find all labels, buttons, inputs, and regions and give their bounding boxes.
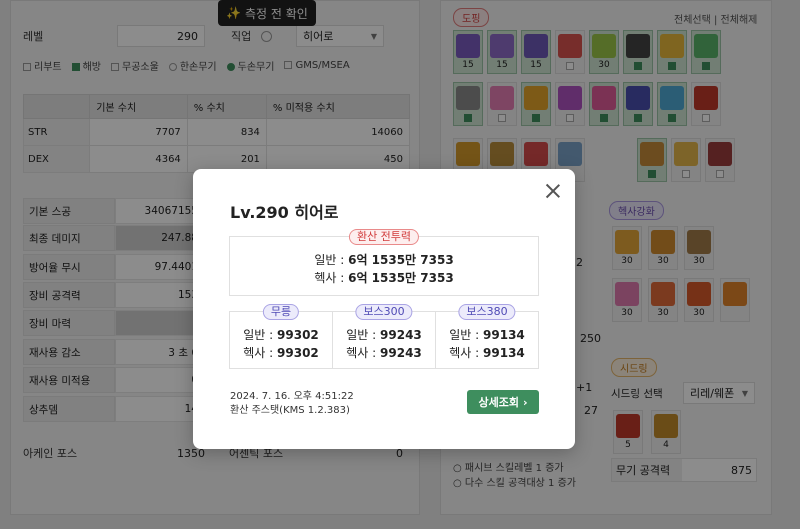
boss380-hexa-value: 99134 xyxy=(483,346,525,360)
power-card: 환산 전투력 일반 : 6억 1535만 7353 헥사 : 6억 1535만 … xyxy=(229,229,539,296)
mureung-badge: 무릉 xyxy=(262,304,300,320)
source-version: 환산 주스탯(KMS 1.2.383) xyxy=(230,405,350,416)
boss380-column: 보스380 일반 : 99134 헥사 : 99134 xyxy=(449,304,525,360)
mureung-normal-value: 99302 xyxy=(277,328,319,342)
power-normal-value: 6억 1535만 7353 xyxy=(348,253,454,267)
boss300-column: 보스300 일반 : 99243 헥사 : 99243 xyxy=(333,304,436,368)
timestamp: 2024. 7. 16. 오후 4:51:22 xyxy=(230,391,354,402)
detail-button[interactable]: 상세조회 › xyxy=(467,390,539,414)
mureung-hexa-value: 99302 xyxy=(277,346,319,360)
boss380-badge: 보스380 xyxy=(458,304,516,320)
result-modal: Lv.290 히어로 환산 전투력 일반 : 6억 1535만 7353 헥사 … xyxy=(193,169,575,449)
boss300-badge: 보스300 xyxy=(355,304,413,320)
boss300-hexa-value: 99243 xyxy=(380,346,422,360)
detail-button-label: 상세조회 xyxy=(478,396,519,409)
power-hexa-label: 헥사 : xyxy=(314,271,345,285)
modal-title: Lv.290 히어로 xyxy=(230,203,339,222)
power-hexa-value: 6억 1535만 7353 xyxy=(348,271,454,285)
power-normal-line: 일반 : 6억 1535만 7353 xyxy=(230,251,538,268)
power-badge: 환산 전투력 xyxy=(348,229,420,245)
close-icon[interactable] xyxy=(544,182,562,200)
benchmark-card: 무릉 일반 : 99302 헥사 : 99302 보스300 일반 : 9924… xyxy=(229,304,539,369)
power-hexa-line: 헥사 : 6억 1535만 7353 xyxy=(230,269,538,286)
power-normal-label: 일반 : xyxy=(314,253,345,267)
boss300-normal-value: 99243 xyxy=(380,328,422,342)
mureung-column: 무릉 일반 : 99302 헥사 : 99302 xyxy=(230,304,333,368)
boss380-normal-value: 99134 xyxy=(483,328,525,342)
chevron-right-icon: › xyxy=(522,395,528,409)
